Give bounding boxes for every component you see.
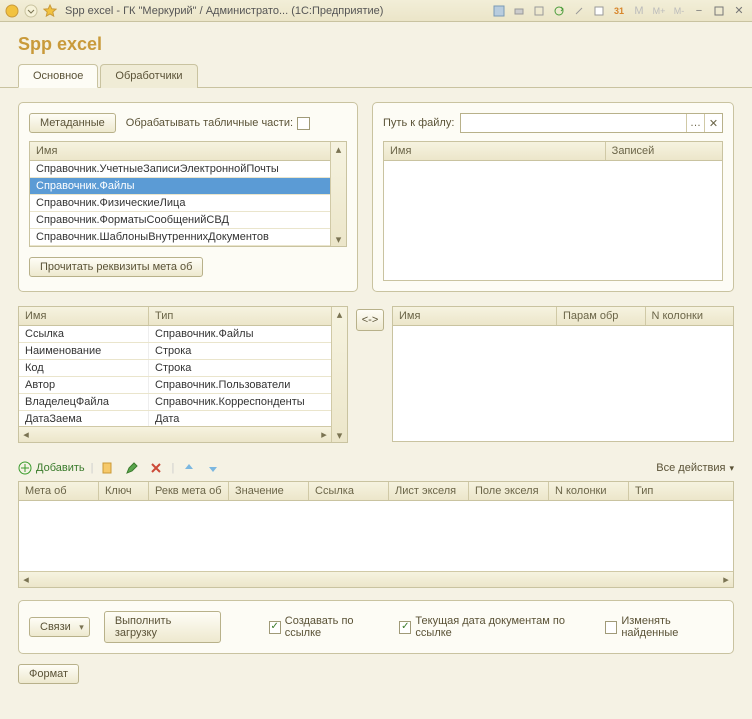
create-by-ref-label: Создавать по ссылке xyxy=(285,615,385,639)
minimize-button[interactable]: − xyxy=(690,3,708,19)
attrs-col-name: Имя xyxy=(19,307,149,325)
grid-col-ncol: N колонки xyxy=(549,482,629,500)
metadata-row[interactable]: Справочник.Файлы xyxy=(30,178,330,195)
grid-col-type: Тип xyxy=(629,482,733,500)
m-minus-icon[interactable]: M- xyxy=(670,3,688,19)
close-button[interactable]: ✕ xyxy=(730,3,748,19)
filepath-label: Путь к файлу: xyxy=(383,117,454,129)
delete-icon[interactable] xyxy=(147,459,165,477)
attrs-table: Имя Тип СсылкаСправочник.Файлы Наименова… xyxy=(18,306,348,443)
map-col-name: Имя xyxy=(393,307,557,325)
all-actions-button[interactable]: Все действия ▾ xyxy=(656,462,734,474)
tab-bar: Основное Обработчики xyxy=(0,63,752,88)
reload-icon[interactable] xyxy=(550,3,568,19)
scrollbar-horizontal[interactable]: ◂▸ xyxy=(19,426,331,442)
mapping-table: Имя Парам обр N колонки xyxy=(392,306,734,442)
nav-dropdown-icon[interactable] xyxy=(23,3,39,19)
grid-col-meta: Мета об xyxy=(19,482,99,500)
link-icon[interactable] xyxy=(570,3,588,19)
main-grid: Мета об Ключ Рекв мета об Значение Ссылк… xyxy=(18,481,734,588)
tab-handlers[interactable]: Обработчики xyxy=(100,64,197,88)
actions-panel: Связи Выполнить загрузку Создавать по сс… xyxy=(18,600,734,654)
change-found-checkbox[interactable] xyxy=(605,621,617,634)
metadata-row[interactable]: Справочник.ФизическиеЛица xyxy=(30,195,330,212)
grid-col-field: Поле экселя xyxy=(469,482,549,500)
grid-col-key: Ключ xyxy=(99,482,149,500)
attrs-row[interactable]: НаименованиеСтрока xyxy=(19,343,331,360)
read-attrs-button[interactable]: Прочитать реквизиты мета об xyxy=(29,257,203,277)
metadata-col-name: Имя xyxy=(30,142,330,160)
page-title: Spp excel xyxy=(0,22,752,63)
sheets-col-records: Записей xyxy=(606,142,722,160)
scrollbar-vertical[interactable]: ▴▾ xyxy=(330,142,346,246)
map-col-ncol: N колонки xyxy=(646,307,734,325)
scrollbar-vertical[interactable]: ▴▾ xyxy=(331,307,347,442)
current-date-checkbox[interactable] xyxy=(399,621,411,634)
calendar-icon[interactable]: 31 xyxy=(610,3,628,19)
process-tabular-checkbox[interactable] xyxy=(297,117,310,130)
print-icon[interactable] xyxy=(510,3,528,19)
grid-col-ref: Ссылка xyxy=(309,482,389,500)
edit-icon[interactable] xyxy=(123,459,141,477)
attrs-row[interactable]: КодСтрока xyxy=(19,360,331,377)
attrs-row[interactable]: АвторСправочник.Пользователи xyxy=(19,377,331,394)
calc-icon[interactable] xyxy=(590,3,608,19)
run-load-button[interactable]: Выполнить загрузку xyxy=(104,611,221,643)
add-button[interactable]: Добавить xyxy=(18,461,85,475)
links-button[interactable]: Связи xyxy=(29,617,90,637)
grid-col-req: Рекв мета об xyxy=(149,482,229,500)
grid-toolbar: Добавить | | Все действия ▾ xyxy=(18,455,734,481)
format-button[interactable]: Формат xyxy=(18,664,79,684)
map-col-param: Парам обр xyxy=(557,307,646,325)
metadata-row[interactable]: Справочник.ШаблоныВнутреннихДокументов xyxy=(30,229,330,246)
maximize-button[interactable] xyxy=(710,3,728,19)
app-1c-icon xyxy=(4,3,20,19)
filepath-browse-button[interactable]: … xyxy=(686,114,704,132)
metadata-row[interactable]: Справочник.УчетныеЗаписиЭлектроннойПочты xyxy=(30,161,330,178)
attrs-col-type: Тип xyxy=(149,307,331,325)
swap-button[interactable]: <-> xyxy=(356,309,384,331)
preview-icon[interactable] xyxy=(530,3,548,19)
grid-col-sheet: Лист экселя xyxy=(389,482,469,500)
attrs-row[interactable]: СсылкаСправочник.Файлы xyxy=(19,326,331,343)
save-icon[interactable] xyxy=(490,3,508,19)
favorite-star-icon[interactable] xyxy=(42,3,58,19)
file-panel: Путь к файлу: … ✕ Имя Записей xyxy=(372,102,734,292)
sheets-table: Имя Записей xyxy=(383,141,723,281)
create-by-ref-checkbox[interactable] xyxy=(269,621,281,634)
copy-icon[interactable] xyxy=(99,459,117,477)
scrollbar-horizontal[interactable]: ◂▸ xyxy=(19,571,733,587)
filepath-input[interactable]: … ✕ xyxy=(460,113,723,133)
attrs-row[interactable]: ВладелецФайлаСправочник.Корреспонденты xyxy=(19,394,331,411)
tab-main[interactable]: Основное xyxy=(18,64,98,88)
move-down-icon[interactable] xyxy=(204,459,222,477)
metadata-button[interactable]: Метаданные xyxy=(29,113,116,133)
grid-col-value: Значение xyxy=(229,482,309,500)
title-bar: Spp excel - ГК "Меркурий" / Администрато… xyxy=(0,0,752,22)
change-found-label: Изменять найденные xyxy=(621,615,723,639)
m-plus-icon[interactable]: M+ xyxy=(650,3,668,19)
current-date-label: Текущая дата документам по ссылке xyxy=(415,615,591,639)
metadata-panel: Метаданные Обрабатывать табличные части:… xyxy=(18,102,358,292)
move-up-icon[interactable] xyxy=(180,459,198,477)
m-icon[interactable]: M xyxy=(630,3,648,19)
attrs-row[interactable]: ДатаЗаемаДата xyxy=(19,411,331,426)
filepath-clear-button[interactable]: ✕ xyxy=(704,114,722,132)
process-tabular-label: Обрабатывать табличные части: xyxy=(126,117,293,129)
metadata-row[interactable]: Справочник.ФорматыСообщенийСВД xyxy=(30,212,330,229)
window-title: Spp excel - ГК "Меркурий" / Администрато… xyxy=(61,5,488,17)
metadata-table: Имя Справочник.УчетныеЗаписиЭлектроннойП… xyxy=(29,141,347,247)
sheets-col-name: Имя xyxy=(384,142,606,160)
